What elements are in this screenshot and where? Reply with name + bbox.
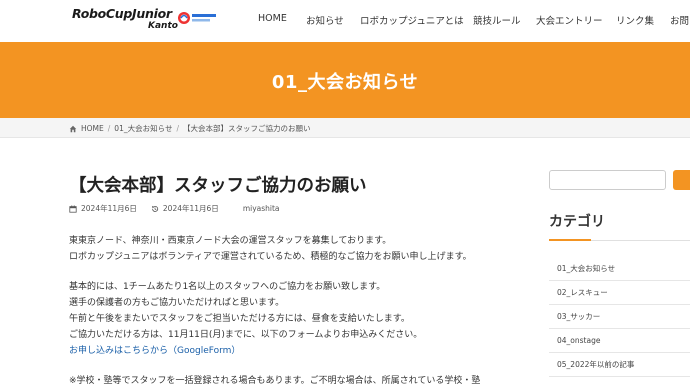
category-item[interactable]: 04_onstage [549,329,690,353]
breadcrumb-separator: / [176,124,179,133]
article-title: 【大会本部】スタッフご協力のお願い [69,176,367,196]
article-note: ※学校・塾等でスタッフを一括登録される場合もあります。ご不明な場合は、所属されて… [69,376,481,386]
category-item[interactable]: 02_レスキュー [549,281,690,305]
nav-about[interactable]: ロボカップジュニアとは [360,13,464,27]
calendar-icon [69,204,77,213]
article-paragraph: 基本的には、1チームあたり1名以上のスタッフへのご協力をお願い致します。 [69,282,386,292]
page-banner: 01_大会お知らせ [0,42,690,118]
breadcrumb-home[interactable]: HOME [81,124,104,133]
banner-title: 01_大会お知らせ [271,72,419,93]
search-input[interactable] [549,170,666,190]
updated-date: 2024年11月6日 [162,204,219,213]
search-button[interactable] [673,170,690,190]
site-header: RoboCupJunior Kanto HOME お知らせ ロボカップジュニアと… [0,0,690,42]
breadcrumb-bar: HOME / 01_大会お知らせ / 【大会本部】スタッフご協力のお願い [0,118,690,138]
nav-rules[interactable]: 競技ルール [473,13,521,27]
logo-text: RoboCupJunior [72,6,172,21]
breadcrumb-category[interactable]: 01_大会お知らせ [114,123,172,134]
home-icon [69,125,77,132]
breadcrumb: HOME / 01_大会お知らせ / 【大会本部】スタッフご協力のお願い [69,123,310,134]
breadcrumb-separator: / [107,124,111,133]
logo-sub: Kanto [148,21,178,31]
nav-news[interactable]: お知らせ [306,13,344,27]
article-paragraph: 東東京ノード、神奈川・西東京ノード大会の運営スタッフを募集しております。 [69,236,392,246]
category-item[interactable]: 01_大会お知らせ [549,257,690,281]
breadcrumb-current: 【大会本部】スタッフご協力のお願い [182,124,311,133]
category-item[interactable]: 05_2022年以前の記事 [549,353,690,377]
article-paragraph: 午前と午後をまたいでスタッフをご担当いただける方には、昼食を支給いたします。 [69,314,410,324]
heading-accent [549,239,591,241]
site-logo[interactable]: RoboCupJunior Kanto [70,6,220,36]
nav-home[interactable]: HOME [258,13,287,24]
article-paragraph: ロボカップジュニアはボランティアで運営されているため、積極的なご協力をお願い申し… [69,252,472,262]
nav-links[interactable]: リンク集 [616,13,654,27]
article-meta: 2024年11月6日 2024年11月6日 miyashita [69,203,280,214]
history-icon [151,205,158,212]
category-item[interactable]: 03_サッカー [549,305,690,329]
article-paragraph: 選手の保護者の方もご協力いただければと思います。 [69,298,285,308]
published-date: 2024年11月6日 [81,204,137,213]
article-paragraph: ご協力いただける方は、11月11日(月)までに、以下のフォームよりお申込みくださ… [69,330,423,340]
category-heading: カテゴリ [549,214,605,230]
robocup-badge-icon [178,12,216,24]
nav-contact[interactable]: お問い [670,13,690,27]
nav-entry[interactable]: 大会エントリー [536,13,603,27]
author-name[interactable]: miyashita [243,204,280,213]
application-form-link[interactable]: お申し込みはこちらから（GoogleForm） [69,344,240,359]
